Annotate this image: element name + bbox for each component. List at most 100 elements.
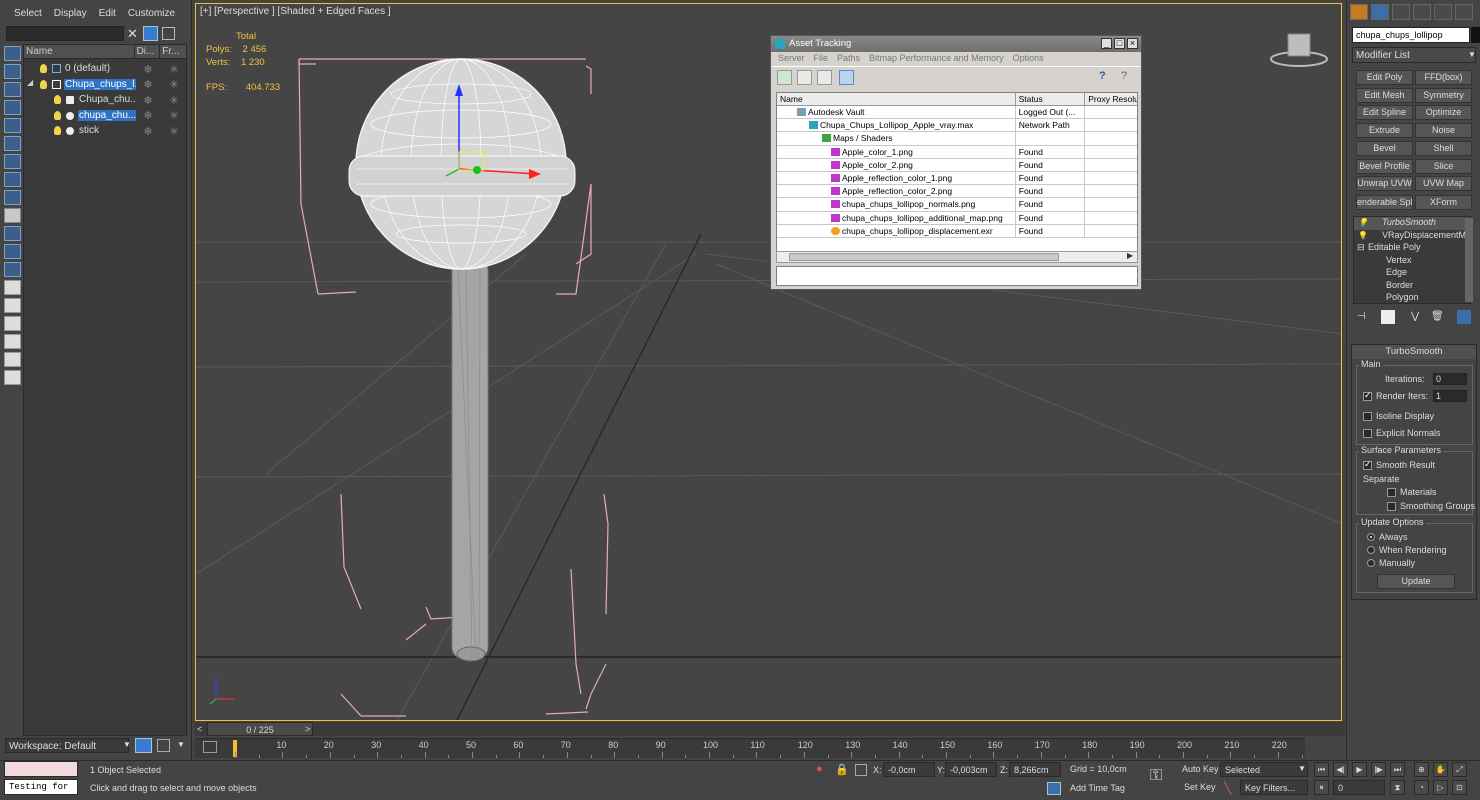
bevel-profile-button[interactable]: Bevel Profile: [1356, 159, 1413, 174]
chevron-right-icon[interactable]: >: [305, 724, 310, 734]
stack-item-polygon[interactable]: Polygon: [1354, 292, 1470, 303]
column-proxy-resolution[interactable]: Proxy Resolu: [1085, 93, 1137, 105]
maximize-viewport-icon[interactable]: ⤢: [1452, 762, 1467, 777]
pin-icon[interactable]: ●: [816, 763, 823, 775]
lock-icon[interactable]: 🔒: [835, 763, 849, 776]
column-status[interactable]: Status: [1016, 93, 1086, 105]
display-tab-icon[interactable]: [1434, 4, 1452, 20]
lightbulb-icon[interactable]: [54, 110, 61, 120]
display-children-icon[interactable]: [4, 316, 21, 331]
table-row[interactable]: Maps / Shaders: [777, 132, 1137, 146]
chevron-right-icon[interactable]: ▶: [1127, 251, 1133, 260]
show-end-result-icon[interactable]: [1381, 310, 1395, 324]
filter-bones-icon[interactable]: [4, 190, 21, 205]
ffd-box-button[interactable]: FFD(box): [1415, 70, 1472, 85]
chevron-down-icon[interactable]: ▼: [123, 740, 131, 749]
menu-server[interactable]: Server: [775, 52, 811, 66]
collapse-arrow-icon[interactable]: ◢: [27, 78, 33, 87]
renderable-spline-button[interactable]: enderable Splin: [1356, 195, 1413, 210]
menu-select[interactable]: Select: [0, 6, 50, 22]
menu-customize[interactable]: Customize: [124, 6, 183, 22]
asset-tracking-window[interactable]: Asset Tracking _ □ × Server File Paths B…: [770, 35, 1142, 290]
make-unique-icon[interactable]: ⋁: [1411, 311, 1419, 322]
perspective-viewport[interactable]: [+] [Perspective ] [Shaded + Edged Faces…: [195, 3, 1342, 721]
explicit-normals-checkbox[interactable]: [1363, 429, 1372, 438]
filter-hidden-icon[interactable]: [4, 244, 21, 259]
filter-icon[interactable]: [143, 26, 158, 41]
menu-display[interactable]: Display: [50, 6, 95, 22]
modify-tab-icon[interactable]: [1371, 4, 1389, 20]
lightbulb-icon[interactable]: [54, 95, 61, 104]
turbosmooth-rollout-title[interactable]: TurboSmooth: [1352, 345, 1476, 359]
lightbulb-icon[interactable]: [40, 64, 47, 73]
symmetry-button[interactable]: Symmetry: [1415, 88, 1472, 103]
column-display[interactable]: Di...: [135, 45, 161, 58]
maxscript-input[interactable]: Testing for: [4, 779, 78, 795]
freeze-icon[interactable]: ❄: [141, 125, 155, 138]
orbit-icon[interactable]: ◔: [1414, 780, 1429, 795]
filter-geometry-icon[interactable]: [4, 46, 21, 61]
edit-spline-button[interactable]: Edit Spline: [1356, 105, 1413, 120]
chevron-down-icon[interactable]: ▼: [1298, 764, 1306, 773]
y-coordinate-field[interactable]: -0,003cm: [945, 762, 997, 777]
pan-icon[interactable]: ✋: [1433, 762, 1448, 777]
layers-icon[interactable]: [162, 27, 175, 40]
chevron-down-icon[interactable]: ▼: [1468, 50, 1476, 59]
display-none-icon[interactable]: [4, 280, 21, 295]
maximize-icon[interactable]: □: [1114, 38, 1125, 49]
update-button[interactable]: Update: [1377, 574, 1455, 589]
freeze-icon[interactable]: ❄: [141, 78, 155, 91]
remove-modifier-icon[interactable]: 🗑: [1431, 311, 1444, 322]
z-coordinate-field[interactable]: 8,266cm: [1009, 762, 1061, 777]
when-rendering-radio[interactable]: [1367, 546, 1375, 554]
time-config-icon[interactable]: ⧗: [1390, 780, 1405, 795]
lightbulb-icon[interactable]: [40, 79, 47, 89]
horizontal-scrollbar[interactable]: ▶: [776, 251, 1138, 263]
table-row[interactable]: Apple_reflection_color_2.png Found: [777, 185, 1137, 199]
list-item[interactable]: chupa_chu... ❄ ✳: [24, 108, 186, 124]
table-view-icon[interactable]: [839, 70, 854, 85]
table-row[interactable]: chupa_chups_lollipop_additional_map.png F…: [777, 211, 1137, 225]
table-row[interactable]: Autodesk Vault Logged Out (...: [777, 106, 1137, 120]
smooth-result-checkbox[interactable]: [1363, 459, 1372, 470]
motion-tab-icon[interactable]: [1413, 4, 1431, 20]
utilities-tab-icon[interactable]: [1455, 4, 1473, 20]
go-to-end-icon[interactable]: ⏭: [1390, 762, 1405, 777]
always-radio[interactable]: [1367, 533, 1375, 541]
list-view-icon[interactable]: [797, 70, 812, 85]
stack-item-vray-displacement[interactable]: 💡 VRayDisplacementMo: [1354, 230, 1470, 243]
key-icon[interactable]: ⚿: [1150, 767, 1162, 785]
filter-helpers-icon[interactable]: [4, 118, 21, 133]
filter-spacewarps-icon[interactable]: [4, 136, 21, 151]
snowflake-icon[interactable]: ✳: [167, 78, 181, 91]
edit-mesh-button[interactable]: Edit Mesh: [1356, 88, 1413, 103]
sort-icon[interactable]: [4, 370, 21, 385]
modifier-list-dropdown[interactable]: Modifier List: [1352, 47, 1476, 63]
lightbulb-icon[interactable]: [54, 126, 61, 135]
isoline-display-checkbox[interactable]: [1363, 412, 1372, 421]
previous-frame-icon[interactable]: ◀|: [1333, 762, 1348, 777]
iterations-spinner[interactable]: 0: [1433, 373, 1467, 385]
xform-button[interactable]: XForm: [1415, 195, 1472, 210]
table-row[interactable]: chupa_chups_lollipop_displacement.exr Fou…: [777, 224, 1137, 238]
close-icon[interactable]: ✕: [127, 26, 138, 42]
render-iters-spinner[interactable]: 1: [1433, 390, 1467, 402]
play-icon[interactable]: ▶: [1352, 762, 1367, 777]
list-item[interactable]: Chupa_chu... ❄ ✳: [24, 92, 186, 108]
snowflake-icon[interactable]: ✳: [167, 125, 181, 138]
extrude-button[interactable]: Extrude: [1356, 123, 1413, 138]
find-icon[interactable]: [4, 352, 21, 367]
menu-bitmap-performance[interactable]: Bitmap Performance and Memory: [866, 52, 1010, 66]
chevron-down-icon[interactable]: ▼: [177, 740, 185, 749]
lightbulb-icon[interactable]: 💡: [1358, 231, 1368, 240]
table-row[interactable]: Apple_reflection_color_1.png Found: [777, 171, 1137, 186]
field-of-view-icon[interactable]: ▷: [1433, 780, 1448, 795]
time-tag-icon[interactable]: [1047, 782, 1061, 795]
filter-groups-icon[interactable]: [4, 154, 21, 169]
zoom-extents-icon[interactable]: ⊕: [1414, 762, 1429, 777]
filter-containers-icon[interactable]: [4, 208, 21, 223]
menu-edit[interactable]: Edit: [95, 6, 124, 22]
noise-button[interactable]: Noise: [1415, 123, 1472, 138]
menu-options[interactable]: Options: [1010, 52, 1050, 66]
unwrap-uvw-button[interactable]: Unwrap UVW: [1356, 176, 1413, 191]
